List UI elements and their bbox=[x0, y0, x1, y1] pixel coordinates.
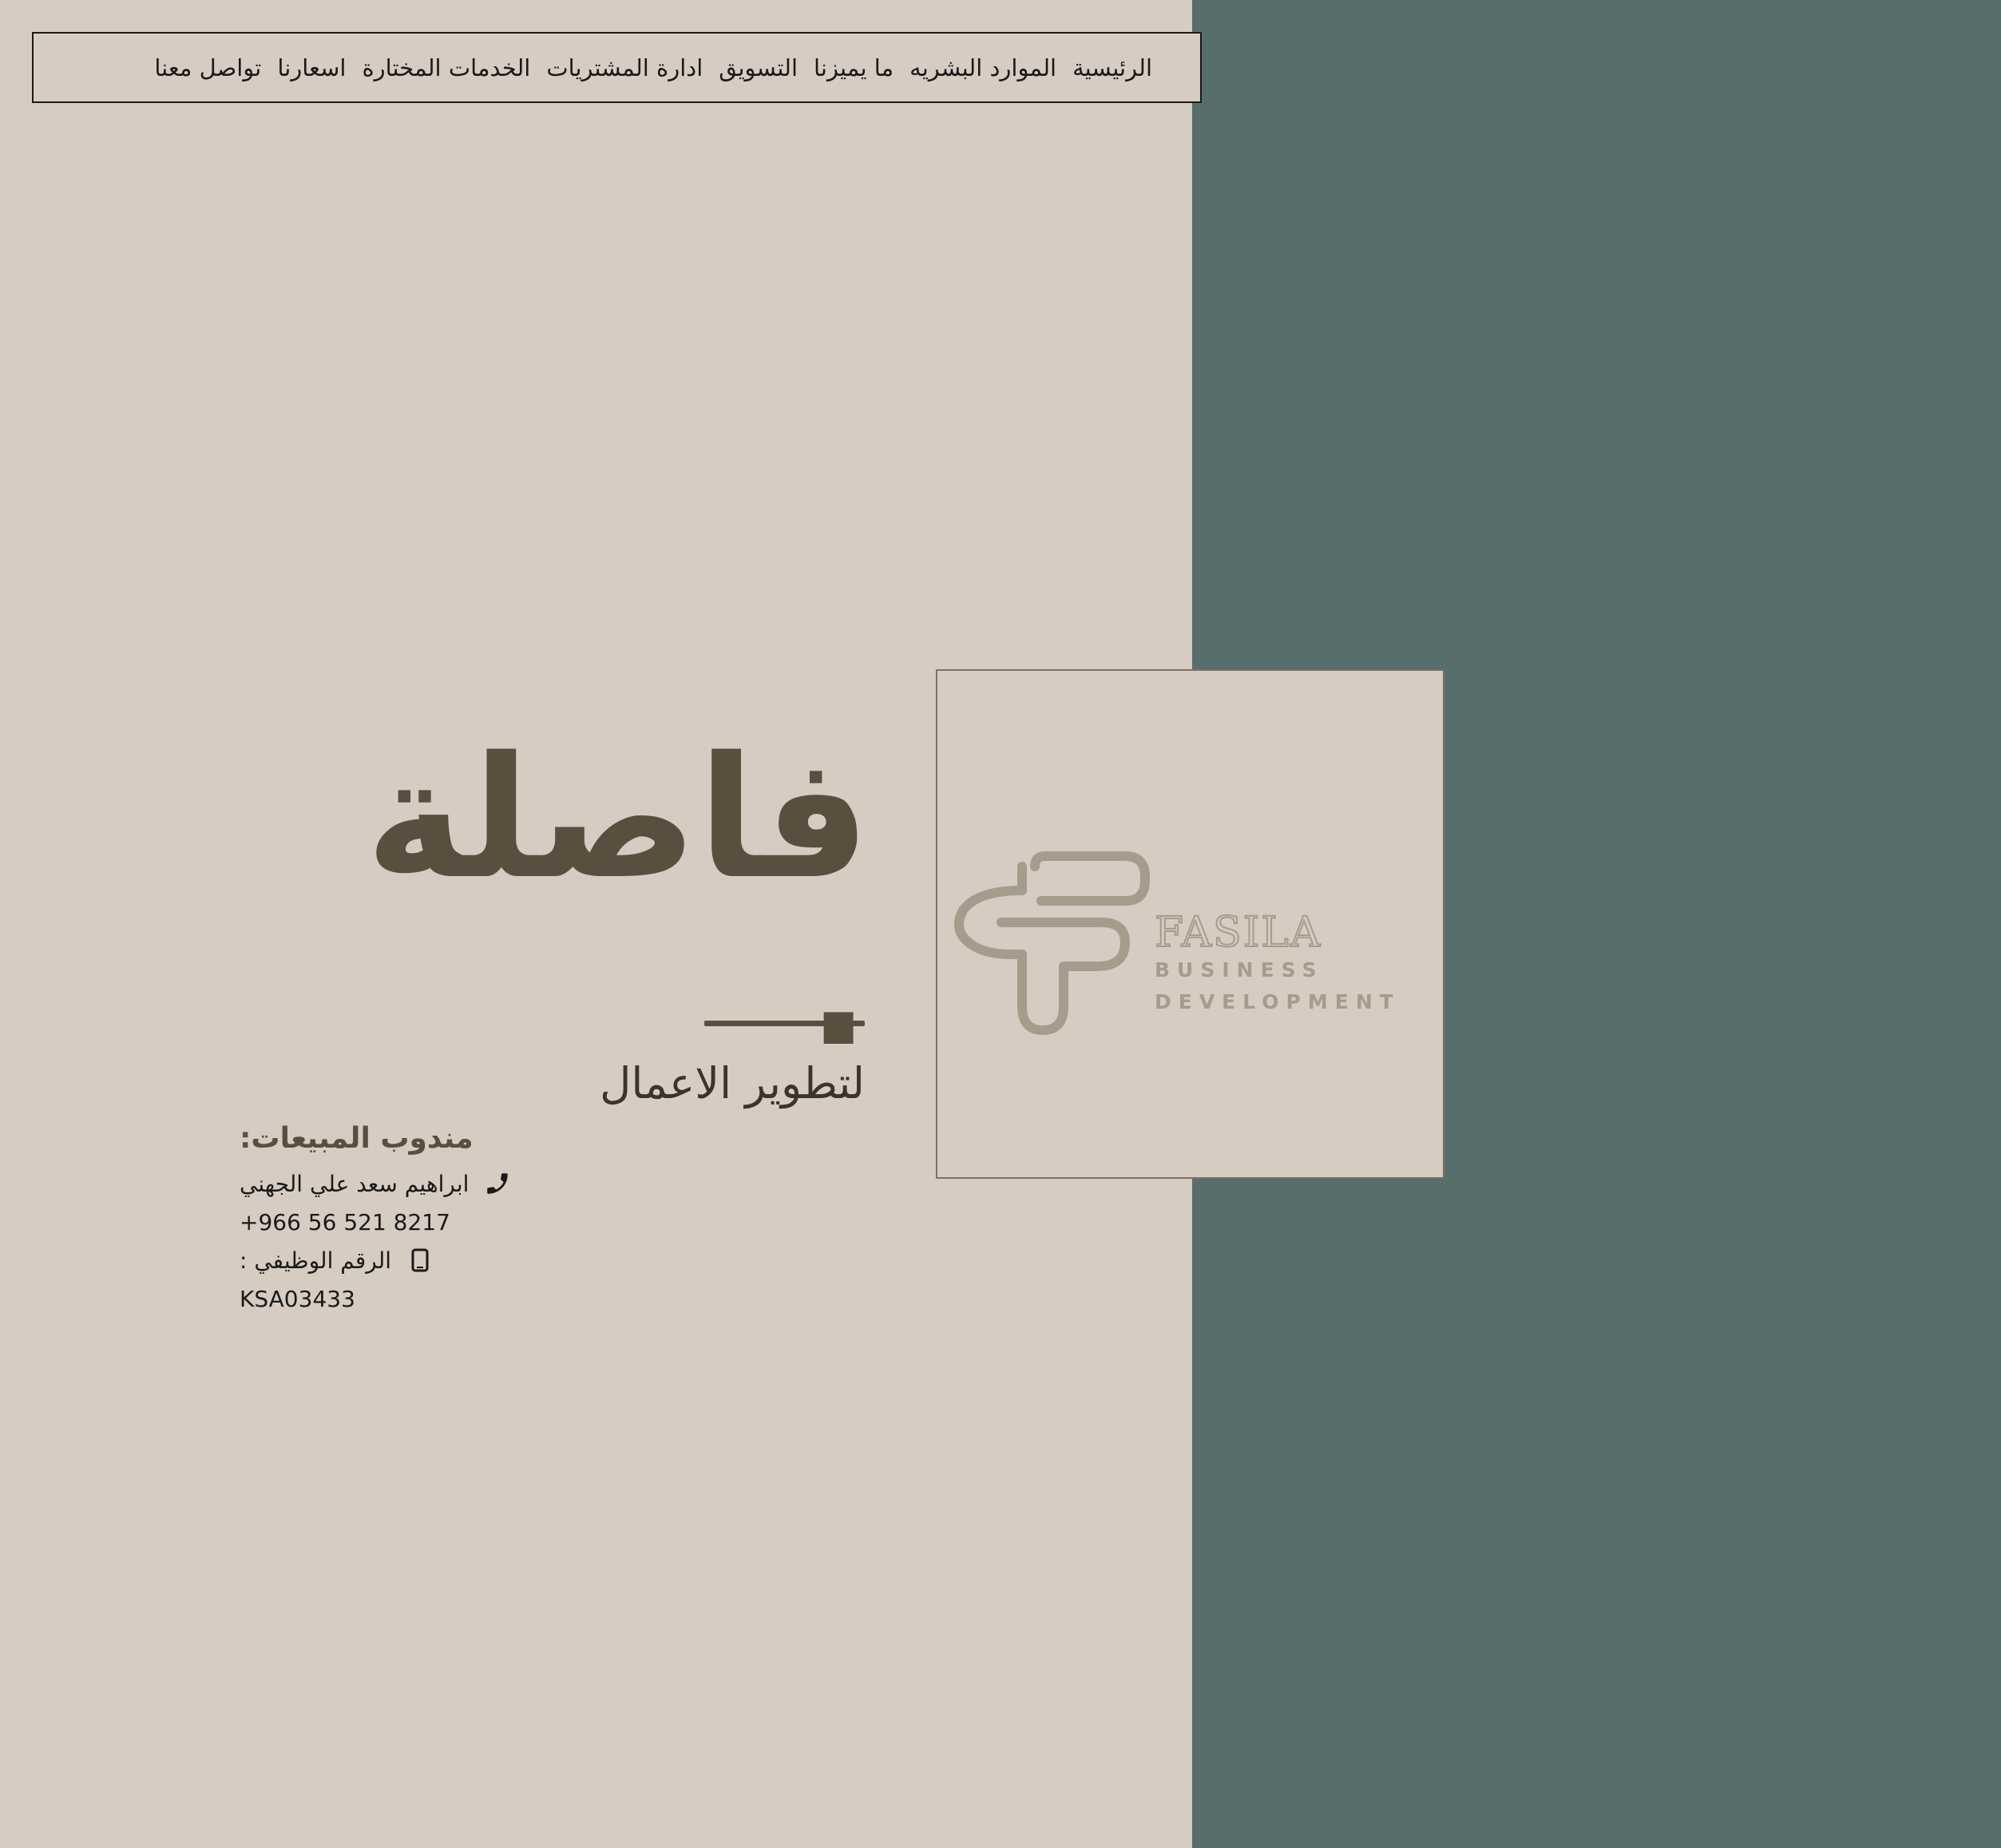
sales-rep-contact: مندوب المبيعات: ابراهيم سعد علي الجهني +… bbox=[240, 1122, 623, 1318]
nav-item-prices[interactable]: اسعارنا bbox=[277, 54, 346, 81]
nav-item-contact-us[interactable]: تواصل معنا bbox=[154, 54, 261, 81]
nav-item-selected-services[interactable]: الخدمات المختارة bbox=[362, 54, 530, 81]
nav-item-marketing[interactable]: التسويق bbox=[719, 54, 798, 81]
logo-wordmark-business: BUSINESS bbox=[1155, 958, 1324, 982]
nav-item-procurement-management[interactable]: ادارة المشتريات bbox=[546, 54, 703, 81]
logo-wordmark-fasila: FASILA bbox=[1154, 908, 1322, 958]
company-logo-card: FASILA BUSINESS DEVELOPMENT bbox=[936, 669, 1444, 1179]
brand-tagline: لتطوير الاعمال bbox=[600, 1058, 865, 1108]
phone-icon bbox=[483, 1169, 512, 1198]
top-navigation: الرئيسية الموارد البشريه ما يميزنا التسو… bbox=[32, 32, 1202, 103]
nav-item-home[interactable]: الرئيسية bbox=[1072, 54, 1152, 81]
nav-item-what-distinguishes-us[interactable]: ما يميزنا bbox=[814, 54, 894, 81]
job-number-label: الرقم الوظيفي : bbox=[240, 1247, 392, 1274]
sales-rep-name-row: ابراهيم سعد علي الجهني bbox=[240, 1164, 623, 1203]
brand-title: فاصلة . bbox=[365, 720, 870, 1084]
job-number-value: KSA03433 bbox=[240, 1285, 355, 1312]
logo-wordmark-development: DEVELOPMENT bbox=[1155, 990, 1401, 1013]
sales-rep-name: ابراهيم سعد علي الجهني bbox=[240, 1170, 470, 1197]
job-number-row: الرقم الوظيفي : bbox=[240, 1241, 623, 1279]
nav-item-human-resources[interactable]: الموارد البشريه bbox=[909, 54, 1056, 81]
sales-rep-heading: مندوب المبيعات: bbox=[240, 1122, 474, 1155]
sales-rep-phone[interactable]: +966 56 521 8217 bbox=[240, 1203, 623, 1241]
title-divider bbox=[704, 1021, 865, 1026]
mobile-icon bbox=[406, 1246, 434, 1275]
